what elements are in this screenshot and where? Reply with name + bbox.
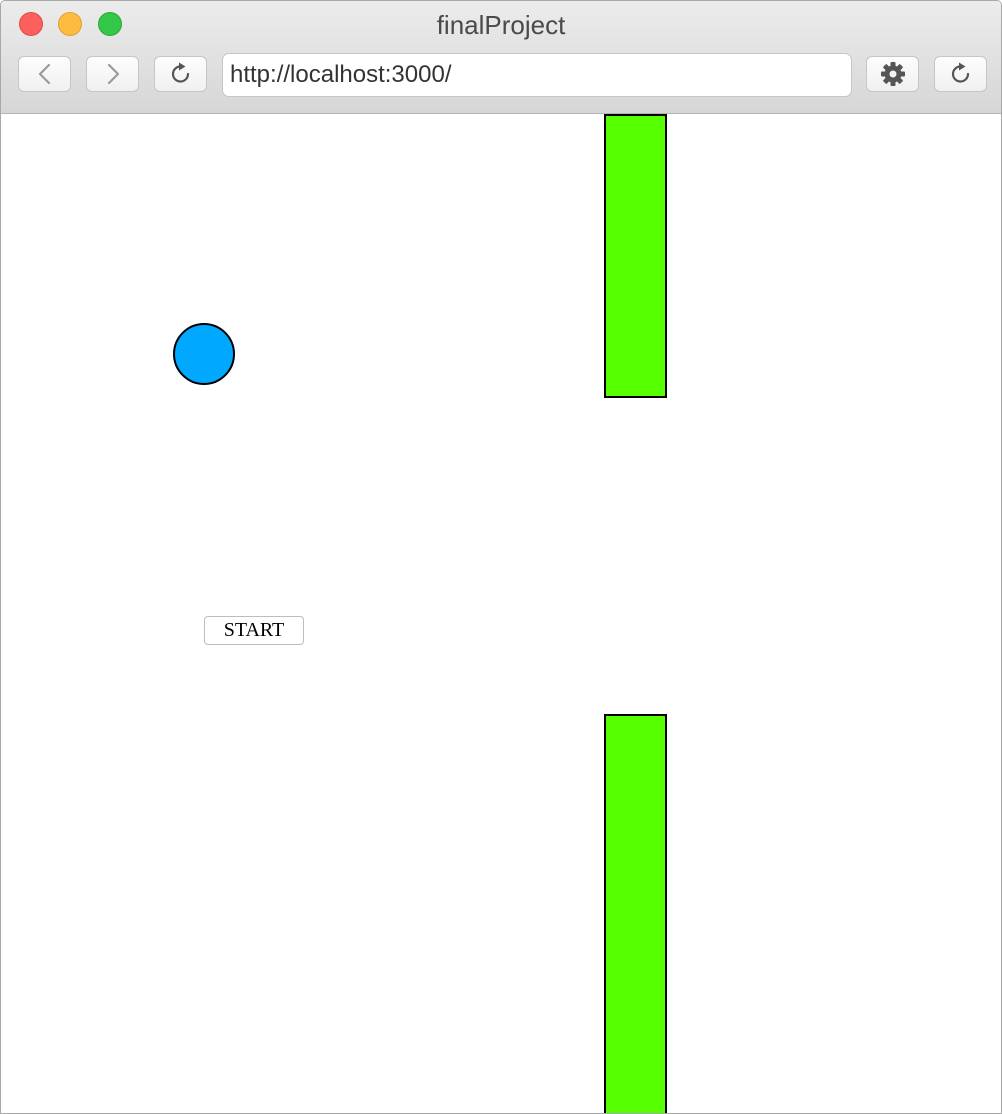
url-field[interactable]: http://localhost:3000/ bbox=[222, 53, 852, 97]
reload-icon bbox=[951, 62, 969, 83]
player-ball bbox=[173, 323, 235, 385]
chevron-right-icon bbox=[107, 63, 119, 85]
forward-button[interactable] bbox=[86, 56, 139, 92]
browser-window: finalProject http://localhost:3000/ STAR… bbox=[0, 0, 1002, 1114]
game-canvas[interactable]: START bbox=[1, 114, 1001, 1113]
reload-button[interactable] bbox=[154, 56, 207, 92]
reload-icon bbox=[171, 62, 189, 83]
start-button[interactable]: START bbox=[204, 616, 304, 645]
gear-icon bbox=[880, 62, 905, 86]
window-title: finalProject bbox=[436, 10, 566, 40]
back-button[interactable] bbox=[18, 56, 71, 92]
settings-button[interactable] bbox=[866, 56, 919, 92]
browser-titlebar: finalProject http://localhost:3000/ bbox=[1, 1, 1001, 114]
chevron-left-icon bbox=[38, 63, 50, 85]
reload-page-button[interactable] bbox=[934, 56, 987, 92]
bottom-pipe bbox=[604, 714, 667, 1113]
top-pipe bbox=[604, 114, 667, 398]
